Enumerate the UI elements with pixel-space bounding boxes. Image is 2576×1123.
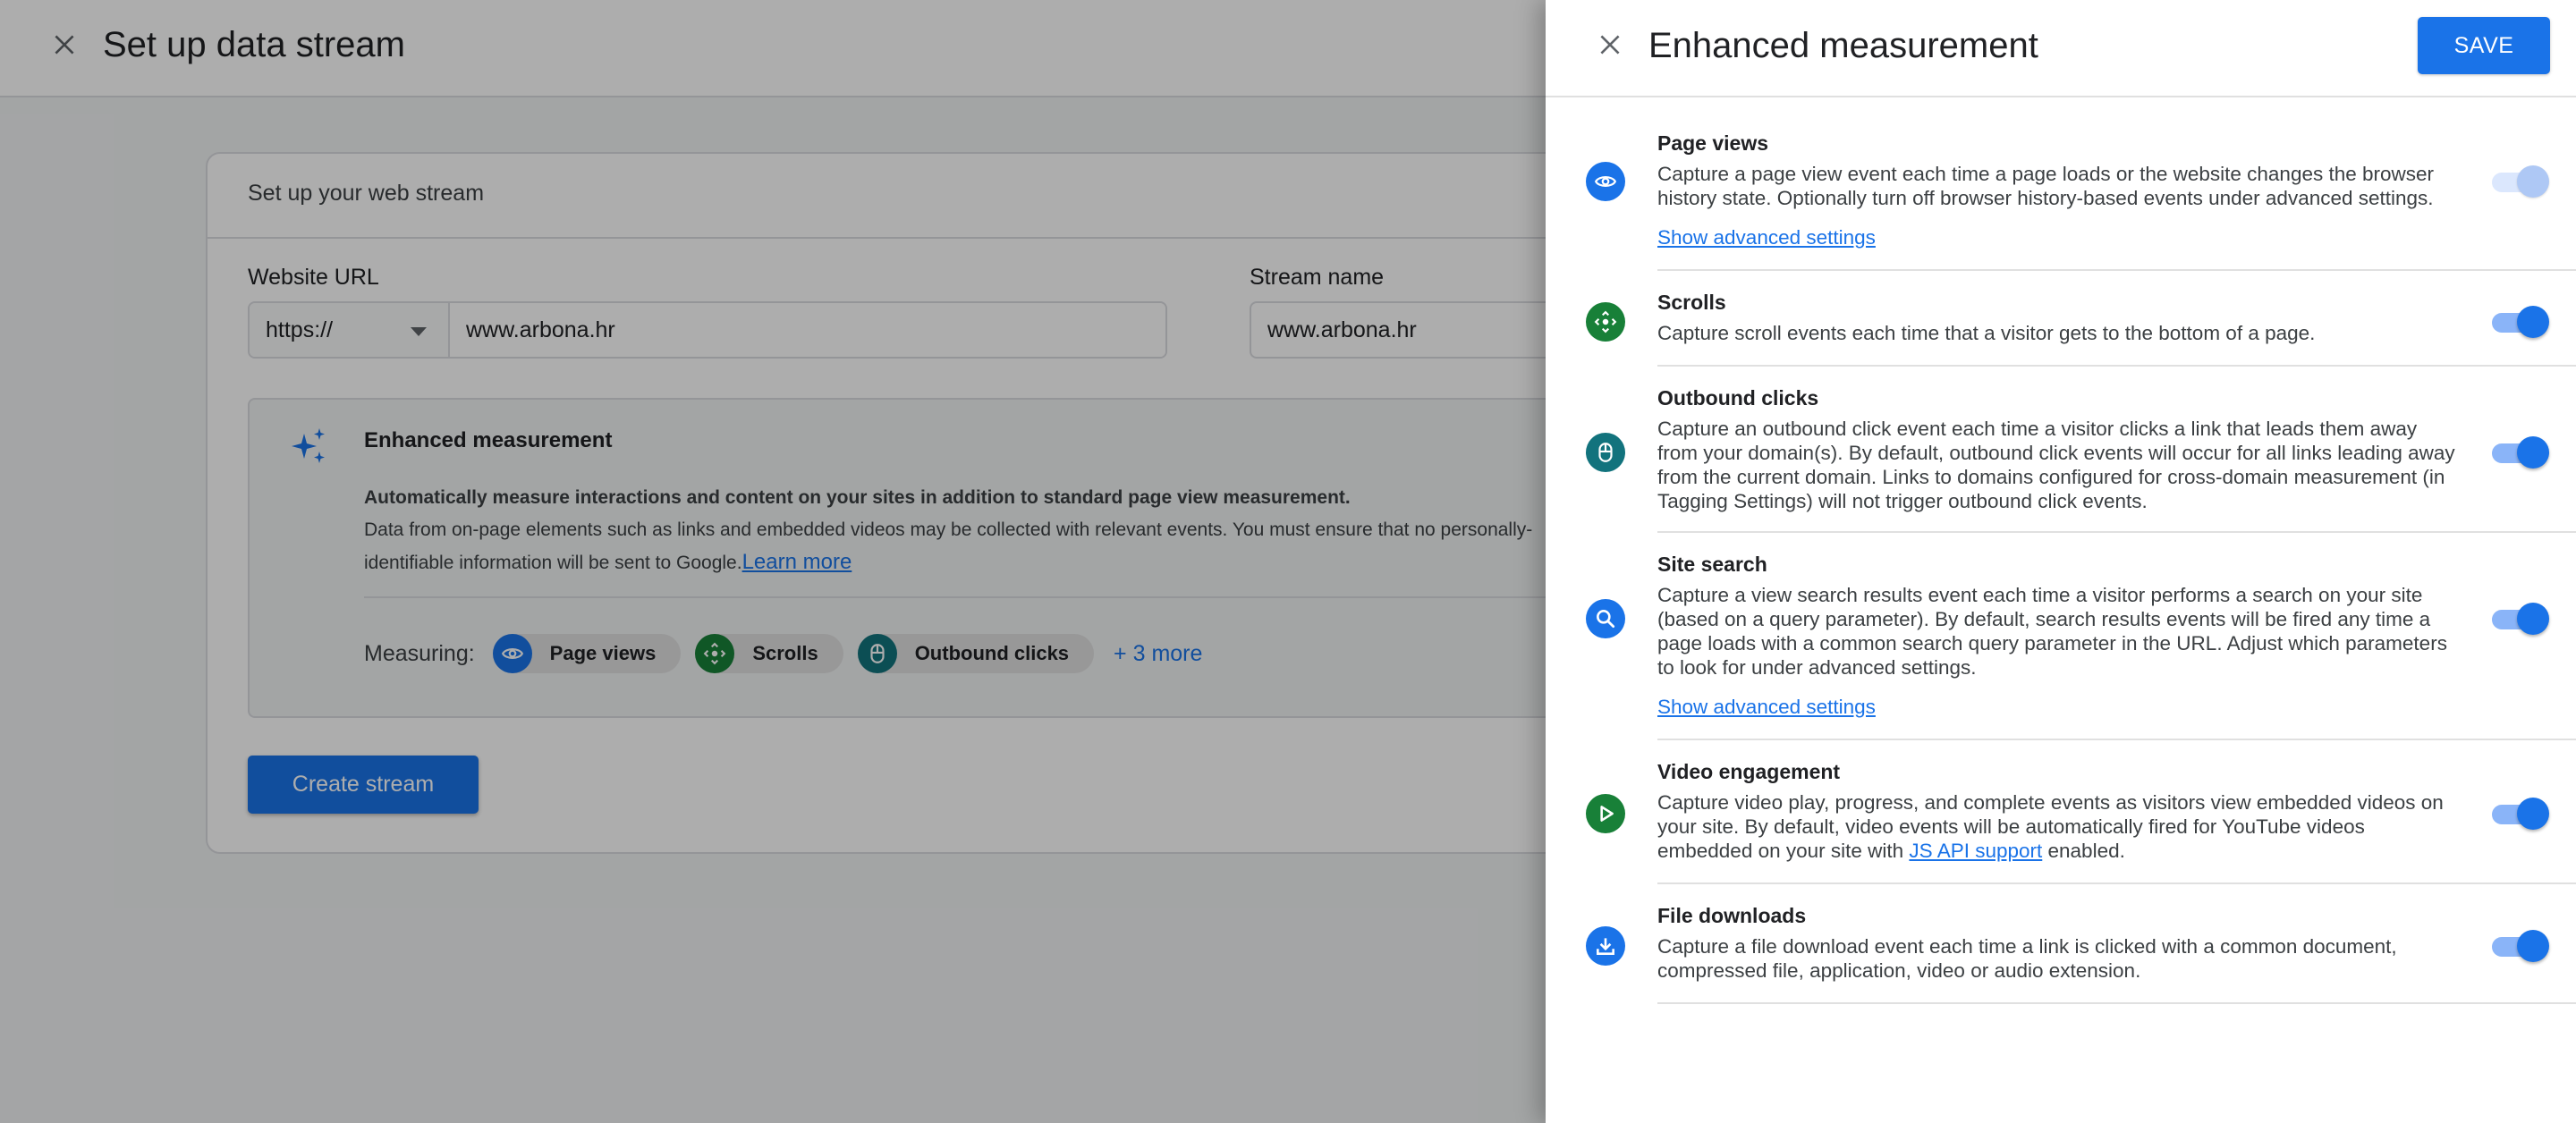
site-search-toggle[interactable]: [2492, 601, 2549, 637]
description-text: enabled.: [2042, 840, 2125, 862]
list-item-outbound-clicks: Outbound clicks Capture an outbound clic…: [1546, 367, 2576, 533]
item-description: Capture an outbound click event each tim…: [1657, 418, 2455, 512]
outbound-clicks-toggle[interactable]: [2492, 435, 2549, 470]
panel-header: Enhanced measurement SAVE: [1546, 0, 2576, 97]
item-title: Video engagement: [1657, 760, 1841, 783]
list-item-scrolls: Scrolls Capture scroll events each time …: [1546, 271, 2576, 367]
scrolls-toggle[interactable]: [2492, 304, 2549, 340]
page-views-toggle[interactable]: [2492, 164, 2549, 199]
save-button[interactable]: SAVE: [2418, 17, 2550, 74]
toggle-thumb: [2517, 603, 2549, 635]
item-description: Capture scroll events each time that a v…: [1657, 322, 2316, 344]
file-downloads-toggle[interactable]: [2492, 928, 2549, 964]
item-title: Site search: [1657, 553, 1767, 576]
video-engagement-toggle[interactable]: [2492, 796, 2549, 832]
eye-icon: [1586, 162, 1625, 201]
item-description: Capture a file download event each time …: [1657, 935, 2397, 982]
item-description: Capture a view search results event each…: [1657, 584, 2447, 679]
item-title: Outbound clicks: [1657, 386, 1819, 410]
mouse-icon: [1586, 433, 1625, 472]
show-advanced-settings-link[interactable]: Show advanced settings: [1657, 226, 1876, 249]
toggle-thumb: [2517, 798, 2549, 830]
list-item-site-search: Site search Capture a view search result…: [1546, 533, 2576, 740]
toggle-thumb: [2517, 165, 2549, 198]
item-title: File downloads: [1657, 904, 1807, 927]
list-item-file-downloads: File downloads Capture a file download e…: [1546, 884, 2576, 1004]
show-advanced-settings-link[interactable]: Show advanced settings: [1657, 696, 1876, 719]
scroll-icon: [1586, 302, 1625, 342]
item-title: Page views: [1657, 131, 1769, 155]
enhanced-measurement-panel: Enhanced measurement SAVE Page views Cap…: [1546, 0, 2576, 1123]
toggle-thumb: [2517, 436, 2549, 469]
panel-title: Enhanced measurement: [1648, 26, 2038, 65]
list-item-page-views: Page views Capture a page view event eac…: [1546, 97, 2576, 271]
search-icon: [1586, 599, 1625, 638]
download-icon: [1586, 926, 1625, 966]
close-panel-button[interactable]: [1590, 25, 1630, 64]
item-description: Capture video play, progress, and comple…: [1657, 790, 2462, 863]
close-icon: [1600, 35, 1620, 55]
list-item-video-engagement: Video engagement Capture video play, pro…: [1546, 740, 2576, 884]
item-description: Capture a page view event each time a pa…: [1657, 163, 2435, 209]
measurement-list: Page views Capture a page view event eac…: [1546, 97, 2576, 1004]
js-api-support-link[interactable]: JS API support: [1909, 840, 2042, 862]
toggle-thumb: [2517, 306, 2549, 338]
play-icon: [1586, 794, 1625, 833]
toggle-thumb: [2517, 930, 2549, 962]
item-title: Scrolls: [1657, 291, 1726, 314]
